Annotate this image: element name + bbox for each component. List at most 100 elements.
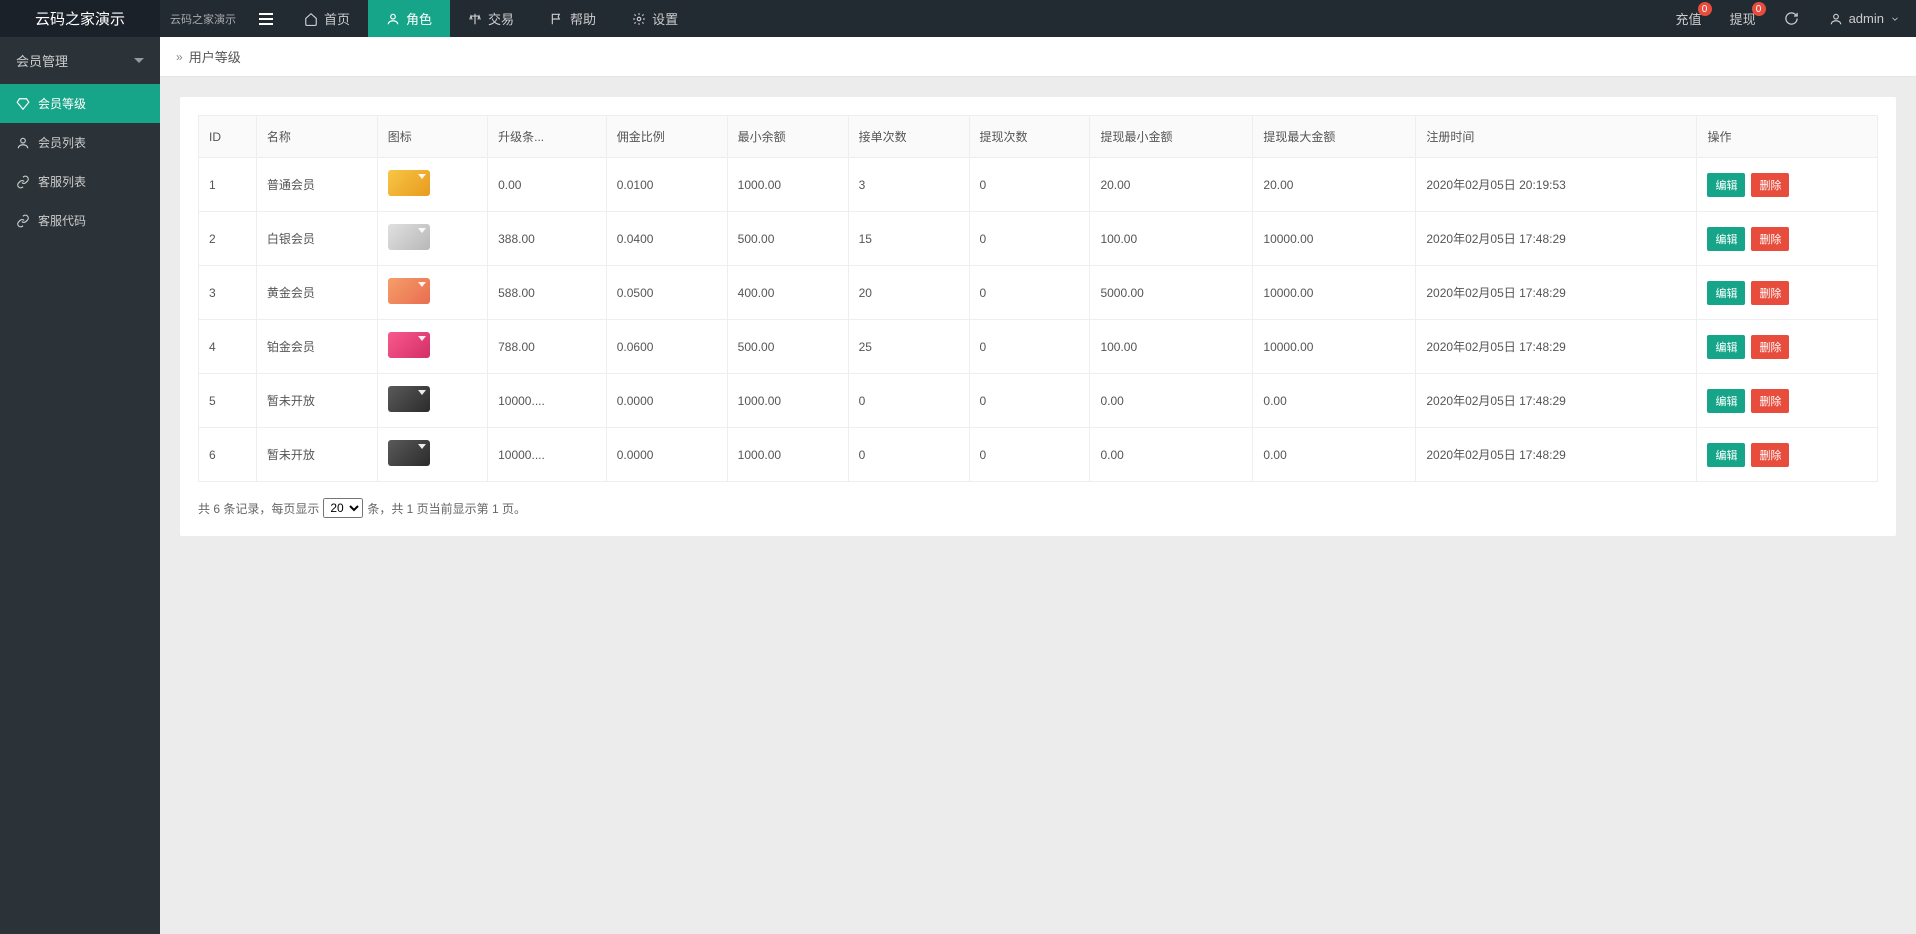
level-table: ID名称图标升级条...佣金比例最小余额接单次数提现次数提现最小金额提现最大金额… <box>198 115 1878 482</box>
sidebar-item-service-code[interactable]: 客服代码 <box>0 201 160 240</box>
table-cell: 388.00 <box>488 212 607 266</box>
user-icon <box>386 12 400 26</box>
delete-button[interactable]: 删除 <box>1751 389 1789 413</box>
refresh-icon <box>1784 11 1799 26</box>
table-cell: 3 <box>199 266 257 320</box>
table-header[interactable]: ID <box>199 116 257 158</box>
table-cell: 0 <box>969 266 1090 320</box>
table-cell <box>377 428 487 482</box>
table-header[interactable]: 提现最小金额 <box>1090 116 1253 158</box>
table-cell: 0.0500 <box>606 266 727 320</box>
table-header[interactable]: 提现次数 <box>969 116 1090 158</box>
nav-trade[interactable]: 交易 <box>450 0 532 37</box>
delete-button[interactable]: 删除 <box>1751 173 1789 197</box>
delete-button[interactable]: 删除 <box>1751 335 1789 359</box>
table-cell: 10000.00 <box>1253 320 1416 374</box>
table-header[interactable]: 注册时间 <box>1416 116 1697 158</box>
refresh-button[interactable] <box>1770 0 1813 37</box>
table-cell: 10000.00 <box>1253 266 1416 320</box>
table-cell: 2020年02月05日 17:48:29 <box>1416 320 1697 374</box>
table-cell <box>377 212 487 266</box>
table-cell: 1000.00 <box>727 374 848 428</box>
table-cell: 0 <box>969 320 1090 374</box>
sidebar-item-label: 会员列表 <box>38 134 86 151</box>
table-cell: 0 <box>848 374 969 428</box>
table-row: 3黄金会员588.000.0500400.002005000.0010000.0… <box>199 266 1878 320</box>
home-icon <box>304 12 318 26</box>
table-cell: 0.00 <box>488 158 607 212</box>
table-header[interactable]: 名称 <box>256 116 377 158</box>
sidebar: 会员管理 会员等级 会员列表 客服列表 客服代码 <box>0 37 160 934</box>
edit-button[interactable]: 编辑 <box>1707 443 1745 467</box>
table-cell: 暂未开放 <box>256 374 377 428</box>
table-cell: 编辑删除 <box>1697 266 1878 320</box>
sidebar-item-service-list[interactable]: 客服列表 <box>0 162 160 201</box>
table-header[interactable]: 升级条... <box>488 116 607 158</box>
table-cell: 588.00 <box>488 266 607 320</box>
edit-button[interactable]: 编辑 <box>1707 389 1745 413</box>
table-header[interactable]: 提现最大金额 <box>1253 116 1416 158</box>
table-header[interactable]: 接单次数 <box>848 116 969 158</box>
sidebar-group-member[interactable]: 会员管理 <box>0 37 160 84</box>
table-cell: 0 <box>969 374 1090 428</box>
table-cell: 2020年02月05日 17:48:29 <box>1416 266 1697 320</box>
link-icon <box>16 214 30 228</box>
chevron-right-icon: » <box>176 50 183 64</box>
edit-button[interactable]: 编辑 <box>1707 281 1745 305</box>
page-size-select[interactable]: 20 <box>323 498 363 518</box>
edit-button[interactable]: 编辑 <box>1707 227 1745 251</box>
withdraw-badge: 0 <box>1752 2 1766 16</box>
table-cell: 编辑删除 <box>1697 428 1878 482</box>
level-badge-icon <box>388 278 430 304</box>
chevron-down-icon <box>134 58 144 63</box>
table-header[interactable]: 图标 <box>377 116 487 158</box>
table-cell: 2020年02月05日 17:48:29 <box>1416 428 1697 482</box>
nav-setting[interactable]: 设置 <box>614 0 696 37</box>
nav-help[interactable]: 帮助 <box>532 0 614 37</box>
edit-button[interactable]: 编辑 <box>1707 335 1745 359</box>
sidebar-item-members[interactable]: 会员列表 <box>0 123 160 162</box>
nav-role-label: 角色 <box>406 9 432 28</box>
table-cell: 788.00 <box>488 320 607 374</box>
table-cell: 5000.00 <box>1090 266 1253 320</box>
recharge-badge: 0 <box>1698 2 1712 16</box>
table-cell: 25 <box>848 320 969 374</box>
sidebar-group-label: 会员管理 <box>16 51 68 70</box>
table-header[interactable]: 佣金比例 <box>606 116 727 158</box>
recharge-button[interactable]: 充值 0 <box>1662 0 1716 37</box>
chevron-down-icon <box>1890 14 1900 24</box>
sidebar-item-label: 客服列表 <box>38 173 86 190</box>
user-avatar-icon <box>1829 12 1843 26</box>
table-cell: 6 <box>199 428 257 482</box>
table-header[interactable]: 操作 <box>1697 116 1878 158</box>
table-cell: 1000.00 <box>727 428 848 482</box>
table-cell: 500.00 <box>727 320 848 374</box>
nav-home[interactable]: 首页 <box>286 0 368 37</box>
table-cell: 0.0000 <box>606 374 727 428</box>
sidebar-item-level[interactable]: 会员等级 <box>0 84 160 123</box>
username-label: admin <box>1849 11 1884 26</box>
delete-button[interactable]: 删除 <box>1751 227 1789 251</box>
table-row: 4铂金会员788.000.0600500.00250100.0010000.00… <box>199 320 1878 374</box>
nav-role[interactable]: 角色 <box>368 0 450 37</box>
main-panel: ID名称图标升级条...佣金比例最小余额接单次数提现次数提现最小金额提现最大金额… <box>180 97 1896 536</box>
table-cell: 0.00 <box>1090 428 1253 482</box>
table-cell: 0.0600 <box>606 320 727 374</box>
edit-button[interactable]: 编辑 <box>1707 173 1745 197</box>
table-row: 5暂未开放10000....0.00001000.00000.000.00202… <box>199 374 1878 428</box>
user-menu[interactable]: admin <box>1813 0 1916 37</box>
menu-toggle-button[interactable] <box>246 0 286 37</box>
table-cell <box>377 158 487 212</box>
hamburger-icon <box>259 18 273 20</box>
table-cell: 0 <box>969 212 1090 266</box>
table-cell: 黄金会员 <box>256 266 377 320</box>
table-header[interactable]: 最小余额 <box>727 116 848 158</box>
table-cell: 100.00 <box>1090 212 1253 266</box>
table-cell: 100.00 <box>1090 320 1253 374</box>
top-navbar: 云码之家演示 云码之家演示 首页 角色 交易 帮助 设置 充值 0 提现 0 <box>0 0 1916 37</box>
table-cell <box>377 374 487 428</box>
withdraw-button[interactable]: 提现 0 <box>1716 0 1770 37</box>
delete-button[interactable]: 删除 <box>1751 443 1789 467</box>
delete-button[interactable]: 删除 <box>1751 281 1789 305</box>
table-cell: 20.00 <box>1090 158 1253 212</box>
